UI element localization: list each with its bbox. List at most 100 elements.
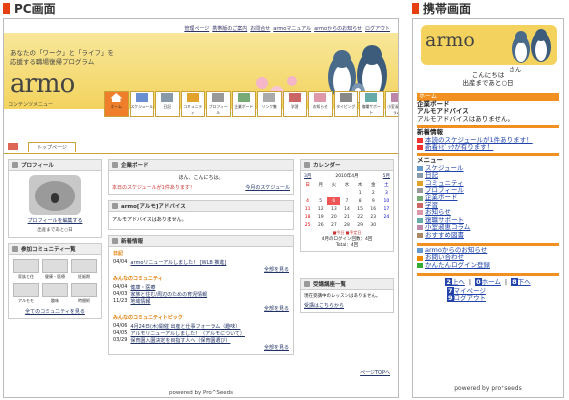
calendar-week: 4 5 6 7 8 9 10 xyxy=(306,197,390,205)
topic-item[interactable]: 03/29 保育園入園決定を目指す人へ（保育園選び） xyxy=(113,337,289,344)
learning-text: 現在受講中のレッスンはありません。 xyxy=(304,294,381,299)
learning-link[interactable]: 受講はこちらから xyxy=(301,302,393,312)
home-icon xyxy=(110,93,123,102)
advice-box: armo[アルモ]アドバイス アルモアドバイスはありません。 xyxy=(108,200,294,230)
calendar-week: 11 12 13 14 15 16 17 xyxy=(304,206,390,212)
nav-mypage[interactable]: 7マイページ xyxy=(417,286,559,295)
community-box: 参加コミュニティ一覧 家族と住 健康・医療 妊娠期 アルモモ 趣味 時間術 全て… xyxy=(8,243,102,319)
community-icon xyxy=(12,246,18,252)
nav-down[interactable]: 8下へ xyxy=(511,278,531,287)
mobile-nav: 2上へ | 0ホーム | 8下へ xyxy=(445,278,531,287)
mobile-guide-link[interactable]: 携帯版のご案内 xyxy=(212,25,247,32)
mobile-menu-books[interactable]: おすすめ図書 xyxy=(417,231,559,239)
topic-heading: みんなのコミュニティトピック xyxy=(113,315,183,321)
page-top-link[interactable]: ページTOPへ xyxy=(360,369,390,376)
menu-schedule[interactable]: スケジュール xyxy=(129,91,154,117)
menu-column[interactable]: 小室淑恵コラム xyxy=(384,91,398,117)
mobile-footer: powered by pro⁺seeds xyxy=(454,385,522,392)
board-icon xyxy=(237,93,250,102)
mail-icon xyxy=(417,255,423,261)
advice-text: アルモアドバイスはありません。 xyxy=(112,217,187,223)
board-header: 企業ボード xyxy=(109,160,293,171)
menu-learning[interactable]: 学習 xyxy=(282,91,307,117)
diary-all-link[interactable]: 全部を見る xyxy=(113,266,289,273)
profile-photo xyxy=(29,175,81,215)
nav-up[interactable]: 2上へ xyxy=(445,278,465,287)
admin-page-link[interactable]: 管理ページ xyxy=(184,25,209,32)
profile-icon xyxy=(12,162,18,168)
menu-community[interactable]: コミュニティ xyxy=(180,91,205,117)
learning-box: 受講講座一覧 現在受講中のレッスンはありません。 受講はこちらから xyxy=(300,278,394,313)
menu-links[interactable]: リンク集 xyxy=(257,91,282,117)
board-icon xyxy=(417,195,423,201)
nav-logout[interactable]: 9ログアウト xyxy=(417,293,559,302)
community-item[interactable]: 趣味 xyxy=(42,283,68,304)
mobile-menu-schedule[interactable]: スケジュール xyxy=(417,164,559,172)
profile-box: プロフィール プロフィールを編集する 出産まであと○日 xyxy=(8,159,102,238)
divider xyxy=(417,273,559,277)
learning-icon xyxy=(304,281,310,287)
news-header: 新着情報 xyxy=(109,236,293,247)
all-communities-link[interactable]: 全てのコミュニティを見る xyxy=(9,308,101,318)
topic-item[interactable]: 04/06 4月24日(木)開催 出産と仕事フォーラム（趣味） xyxy=(113,323,289,330)
right-column: カレンダー 3月 2010年4月 5月 日月火水木金土 123 4 5 6 7 8 9 10… xyxy=(300,159,394,318)
edit-profile-link[interactable]: プロフィールを編集する xyxy=(9,217,101,224)
book-icon xyxy=(417,232,423,238)
mobile-armo-logo[interactable]: armo xyxy=(425,29,475,51)
pencil-icon xyxy=(161,93,174,102)
nav-home[interactable]: 0ホーム xyxy=(475,278,501,287)
tab-top-page[interactable]: トップページ xyxy=(28,142,76,152)
book-icon xyxy=(288,93,301,102)
link-icon xyxy=(263,93,276,102)
mobile-heading-label: 携帯画面 xyxy=(423,1,472,16)
schedule-note: 本日のスケジュールが1件あります！ xyxy=(112,185,195,191)
mobile-section-heading: 携帯画面 xyxy=(412,1,472,16)
pc-heading-label: PC画面 xyxy=(14,1,56,16)
pc-screen: 管理ページ 携帯版のご案内 お問合せ armoマニュアル armoからのお知らせ… xyxy=(3,18,399,398)
monthly-schedule-link[interactable]: 今月のスケジュール xyxy=(245,184,290,191)
contact-link[interactable]: お問合せ xyxy=(250,25,270,32)
community-news-item[interactable]: 11/23 地域情報 xyxy=(113,298,289,305)
menu-diary[interactable]: 日記 xyxy=(155,91,180,117)
topic-all-link[interactable]: 全部を見る xyxy=(113,344,289,351)
prev-month-link[interactable]: 3月 xyxy=(304,173,311,179)
logout-link[interactable]: ログアウト xyxy=(365,25,390,32)
news-box: 新着情報 日記 04/04 armoリニューアルしました！ [WLB 推進] 全部… xyxy=(108,235,294,355)
main-menu: ホーム スケジュール 日記 コミュニティ プロフィール 企業ボード リンク集 学… xyxy=(104,91,398,117)
mobile-easy-login[interactable]: かんたんログイン登録 xyxy=(417,261,559,269)
menu-board[interactable]: 企業ボード xyxy=(231,91,256,117)
pencil-icon xyxy=(417,173,423,179)
community-item[interactable]: 健康・医療 xyxy=(42,259,68,280)
bell-icon xyxy=(417,210,423,216)
penguin-family-illustration xyxy=(512,29,551,63)
mobile-body: ホーム 企業ボード アルモアドバイス アルモアドバイスはありません。 新着情報 … xyxy=(417,93,559,302)
people-icon xyxy=(186,93,199,102)
menu-support[interactable]: 復職サポート xyxy=(359,91,384,117)
community-item[interactable]: 家族と住 xyxy=(13,259,39,280)
news-item[interactable]: 新着ﾄﾋﾟｯｸが有ります！ xyxy=(417,143,559,151)
next-month-link[interactable]: 5月 xyxy=(383,173,390,179)
armo-logo[interactable]: armo xyxy=(10,69,75,99)
community-item[interactable]: 妊娠期 xyxy=(71,259,97,280)
keyboard-icon xyxy=(339,93,352,102)
profile-icon xyxy=(212,93,225,102)
menu-profile[interactable]: プロフィール xyxy=(206,91,231,117)
topic-item[interactable]: 04/05 アルモリニューアルしました！（アルモについて） xyxy=(113,330,289,337)
support-icon xyxy=(417,217,423,223)
notices-link[interactable]: armoからのお知らせ xyxy=(314,25,362,32)
diary-item[interactable]: 04/04 armoリニューアルしました！ [WLB 推進] xyxy=(113,259,289,266)
calendar-box: カレンダー 3月 2010年4月 5月 日月火水木金土 123 4 5 6 7 8 9 10… xyxy=(300,159,394,252)
community-item[interactable]: アルモモ xyxy=(13,283,39,304)
menu-home[interactable]: ホーム xyxy=(104,91,129,117)
calendar-week: 25 26 27 28 29 30 xyxy=(304,222,377,228)
community-news-item[interactable]: 04/03 家族と住む/周辺のための育児情報 xyxy=(113,291,289,298)
menu-typing[interactable]: タイピング xyxy=(333,91,358,117)
community-item[interactable]: 時間術 xyxy=(71,283,97,304)
menu-notices[interactable]: お知らせ xyxy=(308,91,333,117)
mobile-menu-board[interactable]: 企業ボード xyxy=(417,194,559,201)
heading-marker-icon xyxy=(412,2,419,14)
community-news-item[interactable]: 04/04 健康・医療 xyxy=(113,284,289,291)
manual-link[interactable]: armoマニュアル xyxy=(273,25,311,32)
community-header: 参加コミュニティ一覧 xyxy=(9,244,101,255)
community-news-all-link[interactable]: 全部を見る xyxy=(113,305,289,312)
